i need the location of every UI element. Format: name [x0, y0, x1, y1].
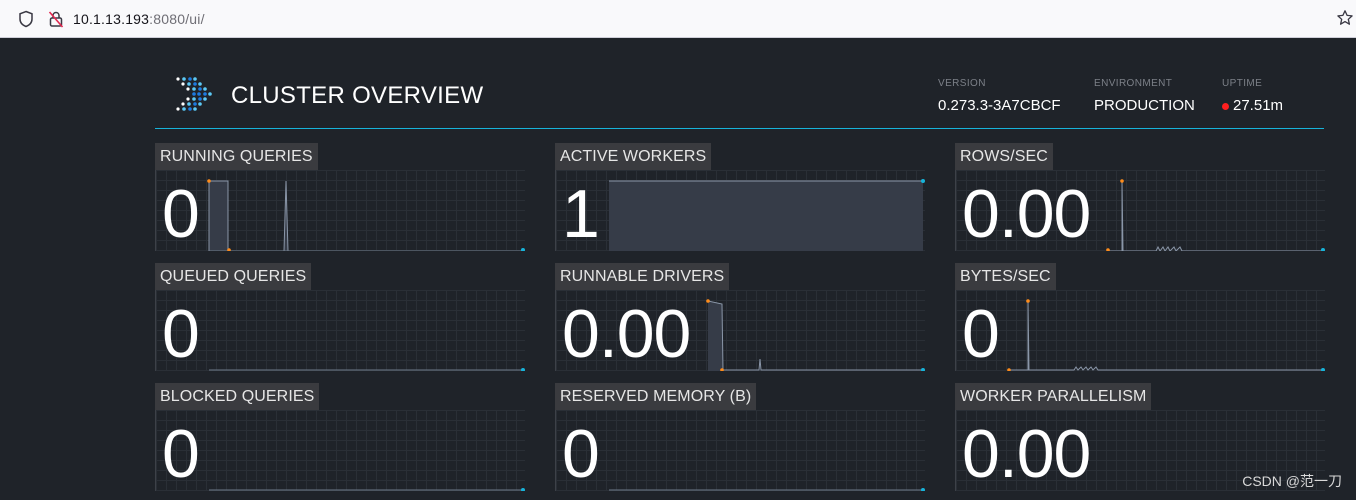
version-value: 0.273.3-3A7CBCF [938, 97, 1061, 114]
sparkline-chart [1007, 299, 1325, 371]
logo-icon [176, 77, 212, 111]
shield-icon[interactable] [18, 10, 34, 28]
insecure-lock-icon[interactable] [48, 10, 64, 28]
tile-sparkline-area: 0 [955, 290, 1325, 372]
tile-sparkline-area: 0 [155, 290, 525, 372]
tile-value: 0.00 [962, 176, 1091, 252]
tile-value: 0 [162, 416, 200, 492]
tile-label: QUEUED QUERIES [155, 263, 312, 290]
tile-label: WORKER PARALLELISM [955, 383, 1152, 410]
uptime-label: UPTIME [1222, 78, 1263, 89]
tile-sparkline-area: 0 [155, 410, 525, 492]
url-field[interactable]: 10.1.13.193:8080/ui/ [73, 10, 205, 28]
tile-queued-queries: QUEUED QUERIES 0 [155, 263, 525, 372]
tile-value: 0.00 [962, 416, 1091, 492]
tile-bytes-per-sec: BYTES/SEC 0 [955, 263, 1325, 372]
tile-label: BLOCKED QUERIES [155, 383, 320, 410]
sparkline-chart [209, 368, 525, 371]
tile-value: 0 [162, 296, 200, 372]
uptime-value-row: 27.51m [1222, 97, 1283, 115]
sparkline-chart [209, 488, 525, 491]
tile-label: BYTES/SEC [955, 263, 1056, 290]
version-info: VERSION 0.273.3-3A7CBCF [938, 78, 1061, 115]
bookmark-star-icon[interactable] [1336, 9, 1354, 27]
tile-sparkline-area: 1 [555, 170, 925, 252]
tile-label: RUNNING QUERIES [155, 143, 318, 170]
watermark-text: CSDN @范一刀 [1242, 473, 1342, 489]
url-host: 10.1.13.193 [73, 11, 150, 27]
tile-sparkline-area: 0.00 [955, 170, 1325, 252]
tile-rows-per-sec: ROWS/SEC 0.00 [955, 143, 1325, 252]
tile-runnable-drivers: RUNNABLE DRIVERS 0.00 [555, 263, 925, 372]
tile-value: 0 [962, 296, 1000, 372]
uptime-status-dot [1222, 102, 1229, 110]
tile-label: ROWS/SEC [955, 143, 1053, 170]
uptime-info: UPTIME 27.51m [1222, 78, 1283, 115]
environment-value: PRODUCTION [1094, 97, 1195, 114]
sparkline-chart [609, 488, 925, 491]
tile-sparkline-area: 0 [155, 170, 525, 252]
tile-reserved-memory: RESERVED MEMORY (B) 0 [555, 383, 925, 492]
environment-info: ENVIRONMENT PRODUCTION [1094, 78, 1195, 115]
tile-running-queries: RUNNING QUERIES 0 [155, 143, 525, 252]
uptime-value: 27.51m [1233, 97, 1284, 114]
tile-value: 0 [562, 416, 600, 492]
tile-label: RUNNABLE DRIVERS [555, 263, 730, 290]
url-path: :8080/ui/ [149, 11, 205, 27]
page-title: CLUSTER OVERVIEW [231, 82, 484, 109]
tile-blocked-queries: BLOCKED QUERIES 0 [155, 383, 525, 492]
tile-value: 0.00 [562, 296, 691, 372]
sparkline-chart [609, 179, 925, 251]
header-divider [155, 128, 1324, 129]
cluster-overview-page: CLUSTER OVERVIEW VERSION 0.273.3-3A7CBCF… [0, 39, 1356, 500]
environment-label: ENVIRONMENT [1094, 78, 1173, 89]
browser-address-bar: 10.1.13.193:8080/ui/ [0, 0, 1356, 38]
tile-sparkline-area: 0 [555, 410, 925, 492]
tile-label: RESERVED MEMORY (B) [555, 383, 757, 410]
tile-value: 0 [162, 176, 200, 252]
tile-value: 1 [562, 176, 600, 252]
sparkline-chart [207, 179, 525, 251]
tile-active-workers: ACTIVE WORKERS 1 [555, 143, 925, 252]
tile-label: ACTIVE WORKERS [555, 143, 712, 170]
tile-sparkline-area: 0.00 [555, 290, 925, 372]
version-label: VERSION [938, 78, 986, 89]
